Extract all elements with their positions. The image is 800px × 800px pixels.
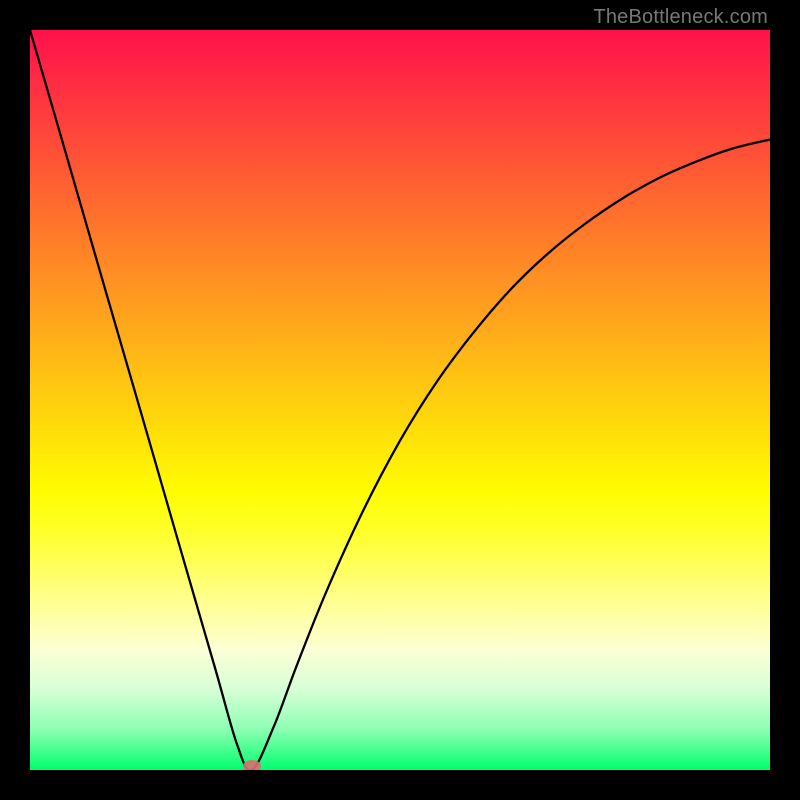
- chart-frame: TheBottleneck.com: [0, 0, 800, 800]
- watermark-text: TheBottleneck.com: [593, 6, 768, 29]
- plot-area: [30, 30, 770, 770]
- curve-svg: [30, 30, 770, 770]
- bottleneck-curve: [30, 30, 770, 770]
